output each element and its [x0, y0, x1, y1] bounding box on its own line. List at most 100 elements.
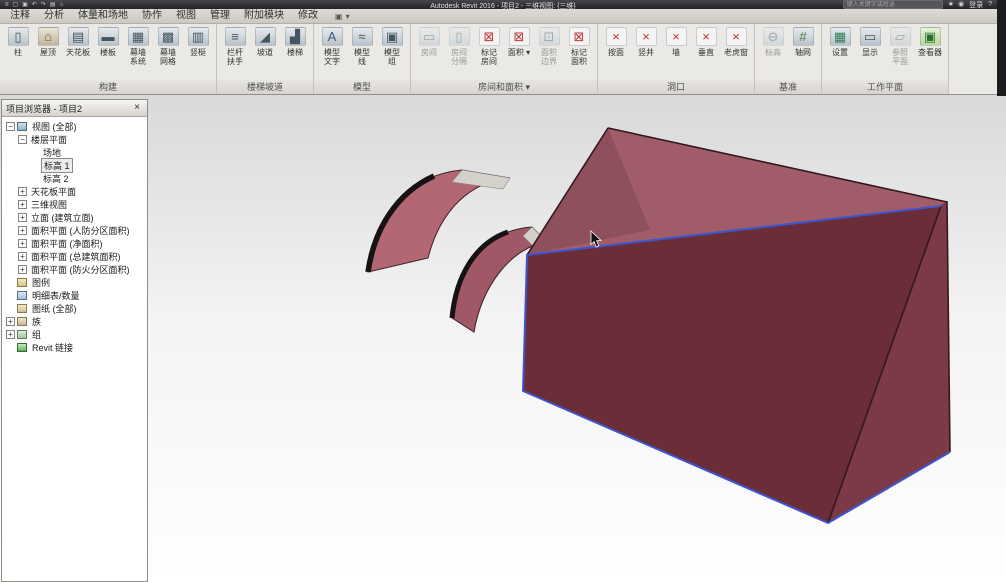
tree-item-13[interactable]: 图例: [2, 276, 147, 289]
ribbon-button-label: 栏杆 扶手: [227, 48, 243, 66]
undo-icon[interactable]: ↶: [32, 2, 37, 8]
tree-item-5[interactable]: 标高 2: [2, 172, 147, 185]
tree-item-8[interactable]: +立面 (建筑立面): [2, 211, 147, 224]
tree-item-17[interactable]: +组: [2, 328, 147, 341]
ribbon-button-5-4[interactable]: ×垂直: [691, 25, 721, 58]
tab-4[interactable]: 协作: [135, 9, 169, 23]
ribbon-group-label: 模型: [314, 80, 410, 94]
default-3d-view-icon[interactable]: ⌂: [60, 2, 64, 8]
open-icon[interactable]: ▢: [13, 2, 19, 8]
tree-toggle-icon[interactable]: −: [6, 122, 15, 131]
tab-8[interactable]: 修改: [291, 9, 325, 23]
tree-item-9[interactable]: +面积平面 (人防分区面积): [2, 224, 147, 237]
ribbon-button-4-2[interactable]: ▯房间 分隔: [444, 25, 474, 67]
account-icon[interactable]: ◉: [958, 0, 964, 9]
ribbon-button-4-6[interactable]: ⊠标记 面积: [564, 25, 594, 67]
redo-icon[interactable]: ↷: [41, 2, 46, 8]
ribbon-group-buttons: ≡栏杆 扶手◢坡道▟楼梯: [217, 24, 313, 80]
help-button[interactable]: ?: [988, 1, 992, 8]
ribbon-button-5-5[interactable]: ×老虎窗: [721, 25, 751, 58]
tree-toggle-icon[interactable]: −: [18, 135, 27, 144]
ribbon-state-toggle-icon[interactable]: ▾: [346, 12, 350, 21]
ribbon-button-3-2[interactable]: ≈模型 线: [347, 25, 377, 67]
ribbon-button-7-2[interactable]: ▭显示: [855, 25, 885, 58]
ribbon-button-6-2[interactable]: #轴网: [788, 25, 818, 58]
ribbon-button-5-1[interactable]: ×按面: [601, 25, 631, 58]
ribbon-button-2-2[interactable]: ◢坡道: [250, 25, 280, 58]
project-browser-title: 项目浏览器 - 项目2: [6, 102, 131, 115]
ribbon-button-1-4[interactable]: ▬楼板: [93, 25, 123, 58]
ribbon-button-4-3[interactable]: ⊠标记 房间: [474, 25, 504, 67]
tree-toggle-icon[interactable]: +: [6, 317, 15, 326]
ribbon-button-icon: #: [793, 27, 814, 46]
ribbon-button-7-4[interactable]: ▣查看器: [915, 25, 945, 58]
ribbon-button-5-2[interactable]: ×竖井: [631, 25, 661, 58]
ribbon-button-1-1[interactable]: ▯柱: [3, 25, 33, 58]
tree-item-3[interactable]: 场地: [2, 146, 147, 159]
drawing-area[interactable]: [0, 95, 1006, 582]
ribbon-group-label: 洞口: [598, 80, 754, 94]
tree-item-11[interactable]: +面积平面 (总建筑面积): [2, 250, 147, 263]
ribbon-group-label: 基准: [755, 80, 821, 94]
ribbon-button-1-7[interactable]: ▥竖梃: [183, 25, 213, 58]
save-icon[interactable]: ▣: [22, 2, 28, 8]
tree-item-10[interactable]: +面积平面 (净面积): [2, 237, 147, 250]
tab-6[interactable]: 管理: [203, 9, 237, 23]
tree-toggle-icon[interactable]: +: [6, 330, 15, 339]
tree-toggle-icon[interactable]: +: [18, 226, 27, 235]
tree-toggle-icon[interactable]: +: [18, 239, 27, 248]
tree-toggle-icon[interactable]: +: [18, 265, 27, 274]
tree-item-4[interactable]: 标高 1: [2, 159, 147, 172]
tree-item-15[interactable]: 图纸 (全部): [2, 302, 147, 315]
ribbon-panel-toggle-icon[interactable]: ▣: [335, 12, 343, 21]
ribbon-button-7-1[interactable]: ▦设置: [825, 25, 855, 58]
model-box[interactable]: [523, 128, 950, 523]
ribbon-button-2-3[interactable]: ▟楼梯: [280, 25, 310, 58]
tree-item-label: 标高 1: [41, 158, 73, 173]
project-browser-header[interactable]: 项目浏览器 - 项目2 ×: [2, 100, 147, 117]
tab-2[interactable]: 分析: [37, 9, 71, 23]
ribbon-group-3: A模型 文字≈模型 线▣模型 组模型: [314, 24, 411, 94]
ribbon-button-6-1[interactable]: ⊖标高: [758, 25, 788, 58]
tree-item-2[interactable]: −楼层平面: [2, 133, 147, 146]
tree-toggle-icon[interactable]: +: [18, 187, 27, 196]
ribbon-group-label[interactable]: 房间和面积 ▾: [411, 80, 597, 94]
tree-toggle-icon[interactable]: +: [18, 252, 27, 261]
tab-5[interactable]: 视图: [169, 9, 203, 23]
tree-item-7[interactable]: +三维视图: [2, 198, 147, 211]
tree-toggle-icon[interactable]: +: [18, 200, 27, 209]
search-input[interactable]: [843, 0, 943, 9]
tab-7[interactable]: 附加模块: [237, 9, 291, 23]
ribbon-button-icon: ▯: [449, 27, 470, 46]
tree-item-14[interactable]: 明细表/数量: [2, 289, 147, 302]
ribbon-button-3-3[interactable]: ▣模型 组: [377, 25, 407, 67]
app-menu-icon[interactable]: ≡: [5, 2, 9, 8]
ribbon-button-label: 竖梃: [190, 48, 206, 57]
tree-item-6[interactable]: +天花板平面: [2, 185, 147, 198]
tab-3[interactable]: 体量和场地: [71, 9, 135, 23]
ribbon-button-5-3[interactable]: ×墙: [661, 25, 691, 58]
tree-item-16[interactable]: +族: [2, 315, 147, 328]
tree-toggle-icon[interactable]: +: [18, 213, 27, 222]
ribbon-button-7-3[interactable]: ▱参照 平面: [885, 25, 915, 67]
ribbon-display-controls[interactable]: ▣▾: [335, 9, 350, 23]
ribbon-button-icon: ⌂: [38, 27, 59, 46]
ribbon-button-1-3[interactable]: ▤天花板: [63, 25, 93, 58]
tab-1[interactable]: 注释: [3, 9, 37, 23]
print-icon[interactable]: ▤: [50, 2, 56, 8]
ribbon-button-4-1[interactable]: ▭房间: [414, 25, 444, 58]
ribbon-button-2-1[interactable]: ≡栏杆 扶手: [220, 25, 250, 67]
tree-item-12[interactable]: +面积平面 (防火分区面积): [2, 263, 147, 276]
ribbon-button-3-1[interactable]: A模型 文字: [317, 25, 347, 67]
tree-item-18[interactable]: Revit 链接: [2, 341, 147, 354]
ribbon-button-4-4[interactable]: ⊠面积 ▾: [504, 25, 534, 58]
ribbon-button-icon: ≈: [352, 27, 373, 46]
ribbon-button-1-2[interactable]: ⌂屋顶: [33, 25, 63, 58]
favorites-icon[interactable]: ★: [948, 0, 954, 9]
ribbon-button-1-5[interactable]: ▦幕墙 系统: [123, 25, 153, 67]
ribbon-button-1-6[interactable]: ▩幕墙 网格: [153, 25, 183, 67]
close-icon[interactable]: ×: [131, 102, 143, 114]
ribbon-button-icon: ▦: [128, 27, 149, 46]
tree-item-1[interactable]: −视图 (全部): [2, 120, 147, 133]
ribbon-button-4-5[interactable]: ⊡面积 边界: [534, 25, 564, 67]
